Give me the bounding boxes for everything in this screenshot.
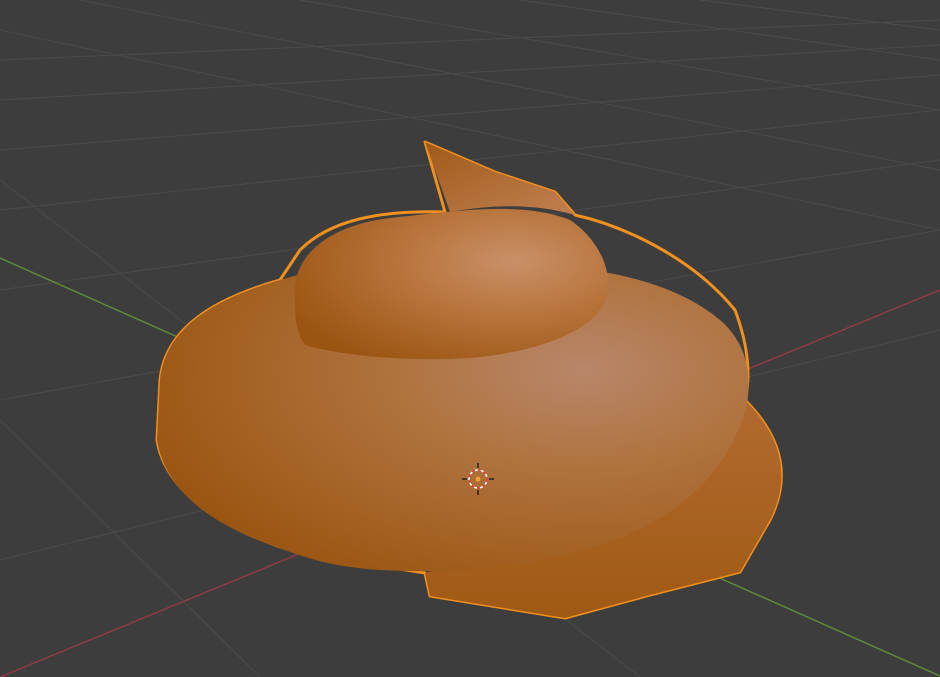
selected-object[interactable] xyxy=(155,140,783,620)
top-dollop xyxy=(294,208,609,360)
tip-point xyxy=(425,142,575,215)
viewport-canvas[interactable] xyxy=(0,0,940,677)
3d-viewport[interactable] xyxy=(0,0,940,677)
